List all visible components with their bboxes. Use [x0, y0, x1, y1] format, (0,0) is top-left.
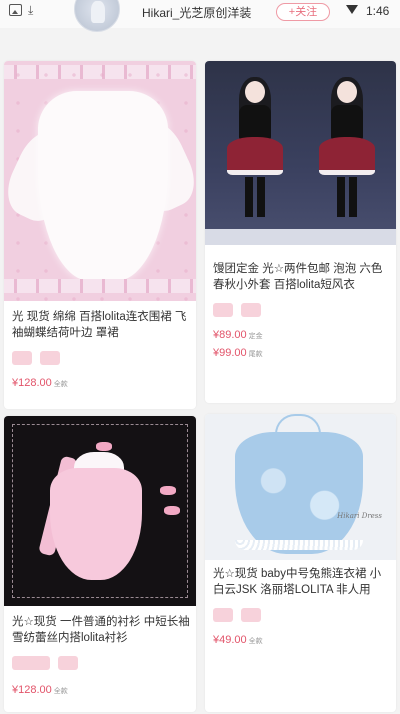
- product-tag: [241, 303, 261, 317]
- price-unit: 尾款: [248, 351, 263, 358]
- follow-button[interactable]: +关注: [276, 3, 330, 21]
- product-title-2[interactable]: 馒团定金 光☆两件包邮 泡泡 六色 春秋小外套 百搭lolita短风衣: [213, 261, 390, 293]
- shop-header: ⤓ Hikari_光芝原创洋装 +关注 1:46: [0, 0, 400, 32]
- price-unit: 定金: [248, 333, 263, 340]
- wifi-icon: [346, 5, 358, 14]
- product-tags-3: [12, 656, 78, 670]
- product-tag: [12, 351, 32, 365]
- price-unit: 全款: [53, 381, 68, 388]
- price-value: ¥89.00: [213, 329, 247, 341]
- product-tags-4: [213, 608, 261, 622]
- photo-signature: Hikari Dress: [337, 512, 382, 520]
- image-icon[interactable]: [9, 4, 22, 16]
- product-tag: [12, 656, 50, 670]
- status-time: 1:46: [366, 4, 390, 18]
- product-tag: [40, 351, 60, 365]
- product-card-1[interactable]: 光 现货 绵绵 百搭lolita连衣围裙 飞袖蝴蝶结荷叶边 罩裙 ¥128.00…: [4, 61, 196, 409]
- price-value: ¥99.00: [213, 347, 247, 359]
- product-price-3: ¥128.00 全款: [12, 684, 68, 696]
- shop-name[interactable]: Hikari_光芝原创洋装: [142, 4, 251, 21]
- product-tags-2: [213, 303, 261, 317]
- product-tag: [58, 656, 78, 670]
- product-photo-4[interactable]: Hikari Dress: [205, 414, 396, 560]
- product-price-2a: ¥89.00 定金: [213, 329, 263, 341]
- price-unit: 全款: [53, 688, 68, 695]
- product-tag: [213, 303, 233, 317]
- product-price-4: ¥49.00 全款: [213, 634, 263, 646]
- product-card-4[interactable]: Hikari Dress 光☆现货 baby中号兔熊连衣裙 小白云JSK 洛丽塔…: [205, 414, 396, 712]
- product-tags-1: [12, 351, 60, 365]
- product-photo-3[interactable]: [4, 416, 196, 606]
- product-title-4[interactable]: 光☆现货 baby中号兔熊连衣裙 小白云JSK 洛丽塔LOLITA 非人用: [213, 566, 390, 598]
- shop-avatar[interactable]: [74, 0, 120, 32]
- price-value: ¥128.00: [12, 377, 52, 389]
- product-tag: [213, 608, 233, 622]
- product-card-3[interactable]: 光☆现货 一件普通的衬衫 中短长袖 雪纺蕾丝内搭lolita衬衫 ¥128.00…: [4, 416, 196, 712]
- download-icon[interactable]: ⤓: [28, 3, 33, 17]
- product-card-2[interactable]: 馒团定金 光☆两件包邮 泡泡 六色 春秋小外套 百搭lolita短风衣 ¥89.…: [205, 61, 396, 403]
- product-title-1[interactable]: 光 现货 绵绵 百搭lolita连衣围裙 飞袖蝴蝶结荷叶边 罩裙: [12, 309, 190, 341]
- product-title-3[interactable]: 光☆现货 一件普通的衬衫 中短长袖 雪纺蕾丝内搭lolita衬衫: [12, 614, 190, 646]
- product-price-2b: ¥99.00 尾款: [213, 347, 263, 359]
- price-unit: 全款: [248, 638, 263, 645]
- price-value: ¥49.00: [213, 634, 247, 646]
- product-price-1: ¥128.00 全款: [12, 377, 68, 389]
- product-photo-2[interactable]: [205, 61, 396, 245]
- price-value: ¥128.00: [12, 684, 52, 696]
- product-photo-1[interactable]: [4, 61, 196, 301]
- product-tag: [241, 608, 261, 622]
